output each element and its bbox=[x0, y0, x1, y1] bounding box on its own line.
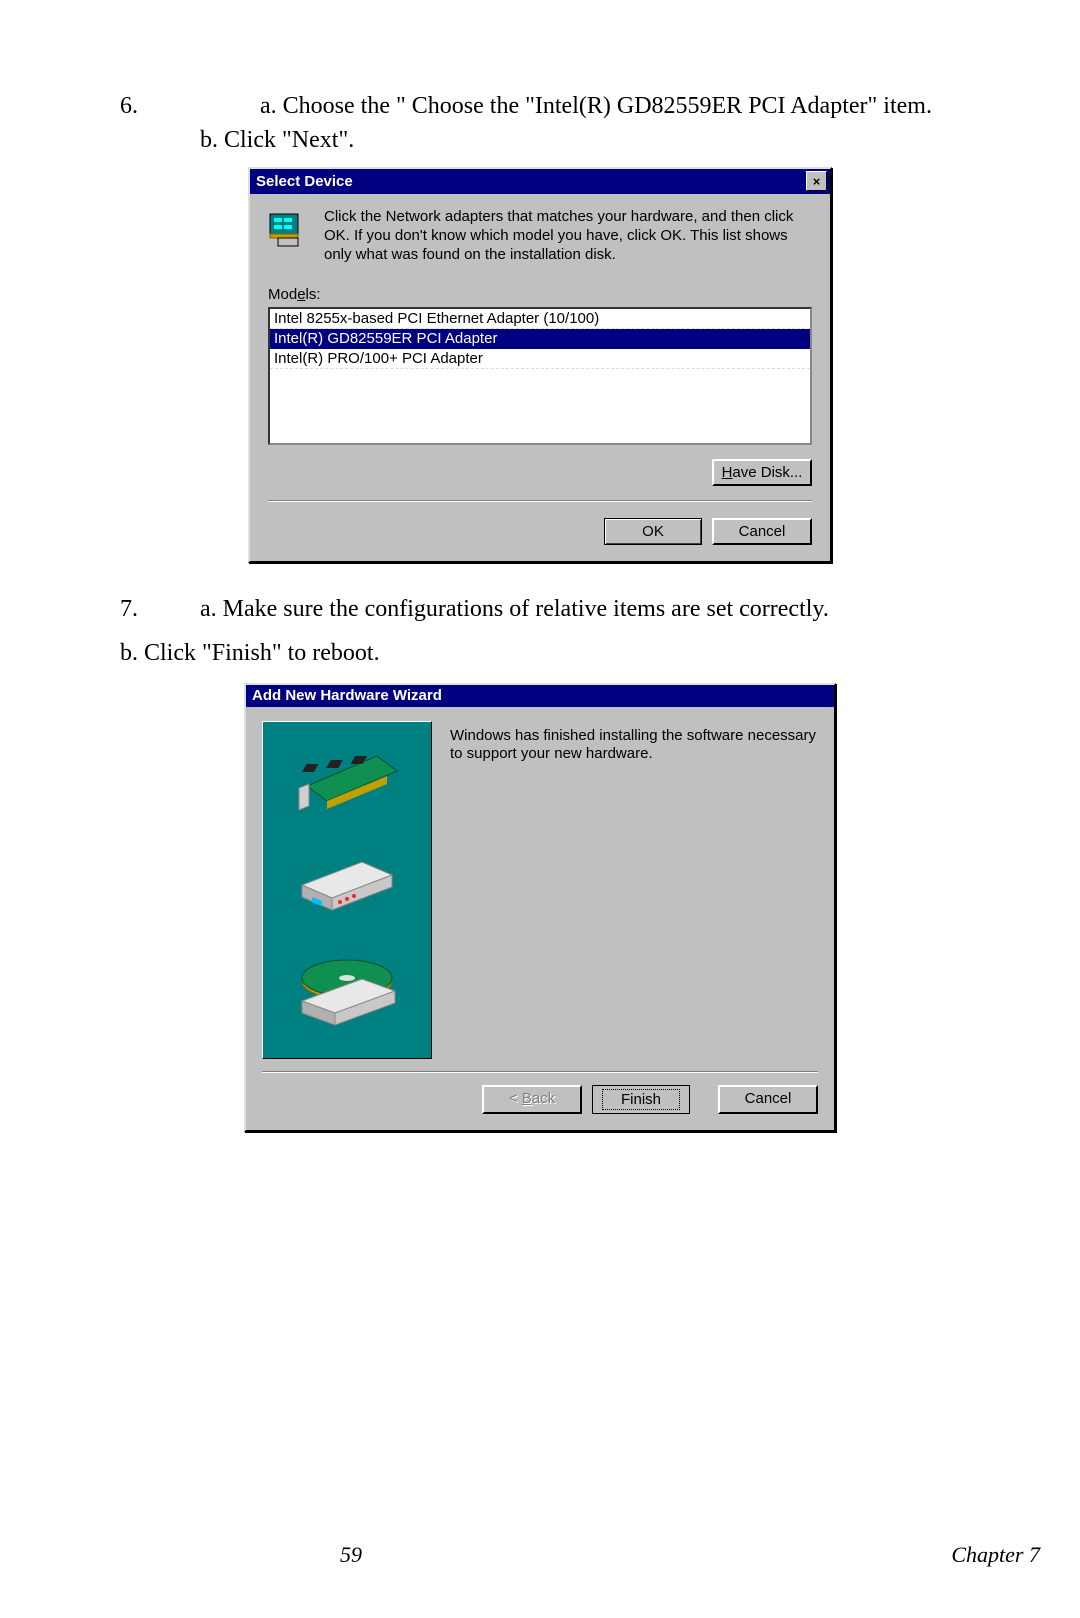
back-button: < Back bbox=[482, 1085, 582, 1114]
step6-line-b: b. Click "Next". bbox=[200, 124, 960, 158]
list-item[interactable]: Intel 8255x-based PCI Ethernet Adapter (… bbox=[270, 309, 810, 329]
page-footer: 59 Chapter 7 bbox=[0, 1542, 1080, 1568]
pci-card-icon bbox=[287, 746, 407, 816]
dialog-title: Select Device bbox=[256, 173, 353, 190]
add-new-hardware-wizard-dialog: Add New Hardware Wizard bbox=[244, 683, 836, 1132]
wizard-message: Windows has finished installing the soft… bbox=[450, 721, 818, 1059]
select-device-dialog: Select Device × Click the Network adap bbox=[248, 167, 832, 563]
close-button[interactable]: × bbox=[806, 171, 827, 191]
models-label: Models: bbox=[268, 286, 812, 303]
close-icon: × bbox=[813, 175, 821, 188]
device-box-icon bbox=[292, 850, 402, 920]
wizard-graphic bbox=[262, 721, 432, 1059]
step-number: 7. bbox=[120, 593, 200, 627]
drive-disc-icon bbox=[287, 953, 407, 1033]
separator bbox=[268, 500, 812, 502]
have-disk-button[interactable]: Have Disk... bbox=[712, 459, 812, 486]
list-item[interactable]: Intel(R) PRO/100+ PCI Adapter bbox=[270, 349, 810, 369]
models-listbox[interactable]: Intel 8255x-based PCI Ethernet Adapter (… bbox=[268, 307, 812, 445]
titlebar: Select Device × bbox=[250, 169, 830, 194]
step-6: 6. a. Choose the " Choose the "Intel(R) … bbox=[120, 90, 960, 157]
ok-button[interactable]: OK bbox=[604, 518, 702, 545]
page-number: 59 bbox=[340, 1542, 362, 1568]
dialog-title: Add New Hardware Wizard bbox=[252, 687, 442, 704]
cancel-button[interactable]: Cancel bbox=[718, 1085, 818, 1114]
step7-line-a: a. Make sure the configurations of relat… bbox=[200, 593, 960, 627]
step7-line-b: b. Click "Finish" to reboot. bbox=[120, 637, 960, 671]
step-7: 7. a. Make sure the configurations of re… bbox=[120, 593, 960, 627]
titlebar: Add New Hardware Wizard bbox=[246, 685, 834, 707]
chapter-label: Chapter 7 bbox=[951, 1542, 1040, 1568]
cancel-button[interactable]: Cancel bbox=[712, 518, 812, 545]
list-item-selected[interactable]: Intel(R) GD82559ER PCI Adapter bbox=[270, 329, 810, 349]
step6-line-a: a. Choose the " Choose the "Intel(R) GD8… bbox=[200, 90, 960, 124]
finish-button[interactable]: Finish bbox=[592, 1085, 690, 1114]
separator bbox=[262, 1071, 818, 1073]
instruction-text: Click the Network adapters that matches … bbox=[324, 208, 812, 264]
step-number: 6. bbox=[120, 90, 200, 157]
network-adapter-icon bbox=[268, 210, 308, 248]
